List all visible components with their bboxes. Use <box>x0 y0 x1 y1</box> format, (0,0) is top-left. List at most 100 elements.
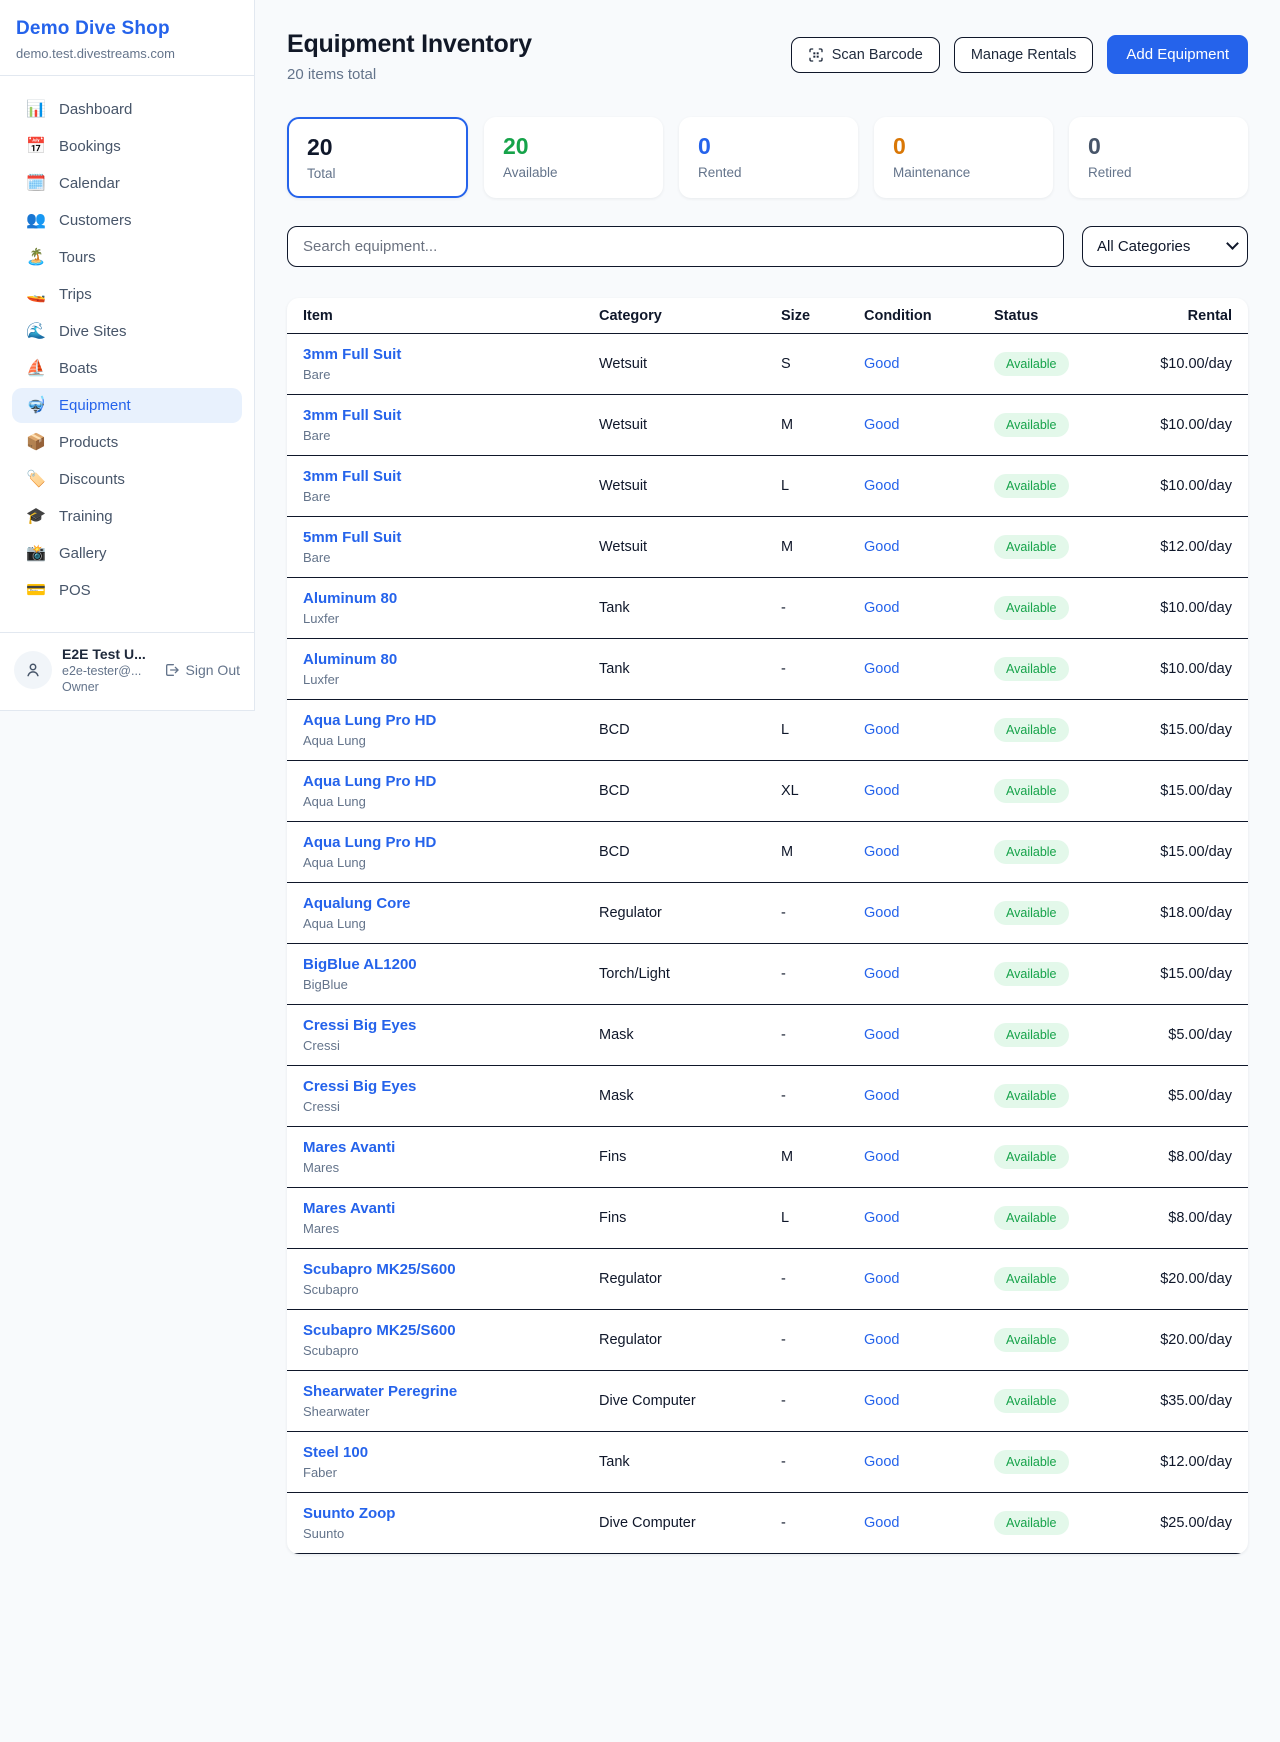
table-row: BigBlue AL1200 BigBlue Torch/Light - Goo… <box>287 944 1248 1005</box>
table-row: Aluminum 80 Luxfer Tank - Good Available… <box>287 639 1248 700</box>
size-cell: - <box>765 1493 848 1554</box>
item-name-link[interactable]: 5mm Full Suit <box>303 529 567 546</box>
sidebar-nav-item[interactable]: 🚤 Trips <box>12 277 242 312</box>
condition-link[interactable]: Good <box>864 966 899 982</box>
status-cell: Available <box>978 578 1108 639</box>
item-name-link[interactable]: 3mm Full Suit <box>303 468 567 485</box>
stat-card[interactable]: 20 Total <box>287 117 468 198</box>
user-meta: E2E Test U... e2e-tester@... Owner <box>62 646 154 694</box>
condition-link[interactable]: Good <box>864 905 899 921</box>
table-row: Mares Avanti Mares Fins M Good Available… <box>287 1127 1248 1188</box>
column-header-size: Size <box>765 298 848 334</box>
condition-link[interactable]: Good <box>864 600 899 616</box>
item-name-link[interactable]: Shearwater Peregrine <box>303 1383 567 1400</box>
item-name-link[interactable]: Scubapro MK25/S600 <box>303 1322 567 1339</box>
item-brand: Aqua Lung <box>303 855 567 870</box>
search-input[interactable] <box>287 226 1064 267</box>
column-header-item: Item <box>287 298 583 334</box>
item-name-link[interactable]: Scubapro MK25/S600 <box>303 1261 567 1278</box>
item-cell: Scubapro MK25/S600 Scubapro <box>287 1310 583 1371</box>
item-name-link[interactable]: Mares Avanti <box>303 1139 567 1156</box>
sidebar-nav-item[interactable]: 👥 Customers <box>12 203 242 238</box>
table-row: 3mm Full Suit Bare Wetsuit S Good Availa… <box>287 334 1248 395</box>
logout-icon <box>164 662 180 678</box>
item-brand: Bare <box>303 428 567 443</box>
status-badge: Available <box>994 352 1069 376</box>
item-name-link[interactable]: Aqua Lung Pro HD <box>303 834 567 851</box>
manage-rentals-button[interactable]: Manage Rentals <box>954 37 1094 73</box>
condition-link[interactable]: Good <box>864 1271 899 1287</box>
sign-out-button[interactable]: Sign Out <box>164 662 240 678</box>
sidebar-nav-item[interactable]: 💳 POS <box>12 573 242 608</box>
sidebar-nav-item[interactable]: 📅 Bookings <box>12 129 242 164</box>
nav-item-label: Customers <box>59 212 132 229</box>
item-name-link[interactable]: Mares Avanti <box>303 1200 567 1217</box>
add-equipment-button[interactable]: Add Equipment <box>1107 35 1248 74</box>
category-cell: Mask <box>583 1066 765 1127</box>
rental-cell: $10.00/day <box>1108 334 1248 395</box>
size-cell: - <box>765 883 848 944</box>
condition-link[interactable]: Good <box>864 1088 899 1104</box>
item-name-link[interactable]: 3mm Full Suit <box>303 407 567 424</box>
stat-card[interactable]: 0 Rented <box>679 117 858 198</box>
item-name-link[interactable]: Aqualung Core <box>303 895 567 912</box>
item-name-link[interactable]: Cressi Big Eyes <box>303 1017 567 1034</box>
item-brand: Bare <box>303 489 567 504</box>
item-name-link[interactable]: Cressi Big Eyes <box>303 1078 567 1095</box>
condition-link[interactable]: Good <box>864 783 899 799</box>
item-name-link[interactable]: Aluminum 80 <box>303 651 567 668</box>
condition-link[interactable]: Good <box>864 356 899 372</box>
item-cell: Scubapro MK25/S600 Scubapro <box>287 1249 583 1310</box>
condition-link[interactable]: Good <box>864 1210 899 1226</box>
size-cell: M <box>765 1127 848 1188</box>
condition-link[interactable]: Good <box>864 1027 899 1043</box>
scan-barcode-button[interactable]: Scan Barcode <box>791 37 940 73</box>
sidebar-nav-item[interactable]: 📦 Products <box>12 425 242 460</box>
condition-link[interactable]: Good <box>864 722 899 738</box>
sign-out-label: Sign Out <box>186 662 240 678</box>
item-name-link[interactable]: BigBlue AL1200 <box>303 956 567 973</box>
sidebar-nav-item[interactable]: 🤿 Equipment <box>12 388 242 423</box>
condition-link[interactable]: Good <box>864 1393 899 1409</box>
stat-card[interactable]: 20 Available <box>484 117 663 198</box>
status-badge: Available <box>994 1145 1069 1169</box>
condition-link[interactable]: Good <box>864 1149 899 1165</box>
sidebar-nav-item[interactable]: 🏷️ Discounts <box>12 462 242 497</box>
item-brand: Faber <box>303 1465 567 1480</box>
condition-link[interactable]: Good <box>864 1332 899 1348</box>
condition-link[interactable]: Good <box>864 1454 899 1470</box>
sidebar-nav-item[interactable]: 📊 Dashboard <box>12 92 242 127</box>
category-cell: Regulator <box>583 1249 765 1310</box>
size-cell: - <box>765 944 848 1005</box>
condition-link[interactable]: Good <box>864 661 899 677</box>
condition-link[interactable]: Good <box>864 1515 899 1531</box>
item-cell: Aqua Lung Pro HD Aqua Lung <box>287 700 583 761</box>
item-cell: Mares Avanti Mares <box>287 1127 583 1188</box>
sidebar-nav-item[interactable]: 📸 Gallery <box>12 536 242 571</box>
sidebar-nav-item[interactable]: 🗓️ Calendar <box>12 166 242 201</box>
add-equipment-label: Add Equipment <box>1126 46 1229 63</box>
condition-link[interactable]: Good <box>864 539 899 555</box>
size-cell: M <box>765 517 848 578</box>
sidebar-nav-item[interactable]: 🌊 Dive Sites <box>12 314 242 349</box>
condition-link[interactable]: Good <box>864 417 899 433</box>
nav-item-icon: 📦 <box>26 435 46 451</box>
item-brand: Bare <box>303 367 567 382</box>
condition-link[interactable]: Good <box>864 478 899 494</box>
rental-cell: $10.00/day <box>1108 395 1248 456</box>
sidebar-nav-item[interactable]: ⛵ Boats <box>12 351 242 386</box>
nav-item-label: Dashboard <box>59 101 132 118</box>
item-name-link[interactable]: Aqua Lung Pro HD <box>303 773 567 790</box>
condition-link[interactable]: Good <box>864 844 899 860</box>
stat-card[interactable]: 0 Retired <box>1069 117 1248 198</box>
item-name-link[interactable]: Aqua Lung Pro HD <box>303 712 567 729</box>
stat-card[interactable]: 0 Maintenance <box>874 117 1053 198</box>
item-name-link[interactable]: Aluminum 80 <box>303 590 567 607</box>
item-name-link[interactable]: 3mm Full Suit <box>303 346 567 363</box>
category-select[interactable]: All Categories <box>1082 226 1248 267</box>
sidebar-nav-item[interactable]: 🎓 Training <box>12 499 242 534</box>
table-row: 5mm Full Suit Bare Wetsuit M Good Availa… <box>287 517 1248 578</box>
sidebar-nav-item[interactable]: 🏝️ Tours <box>12 240 242 275</box>
item-name-link[interactable]: Suunto Zoop <box>303 1505 567 1522</box>
item-name-link[interactable]: Steel 100 <box>303 1444 567 1461</box>
